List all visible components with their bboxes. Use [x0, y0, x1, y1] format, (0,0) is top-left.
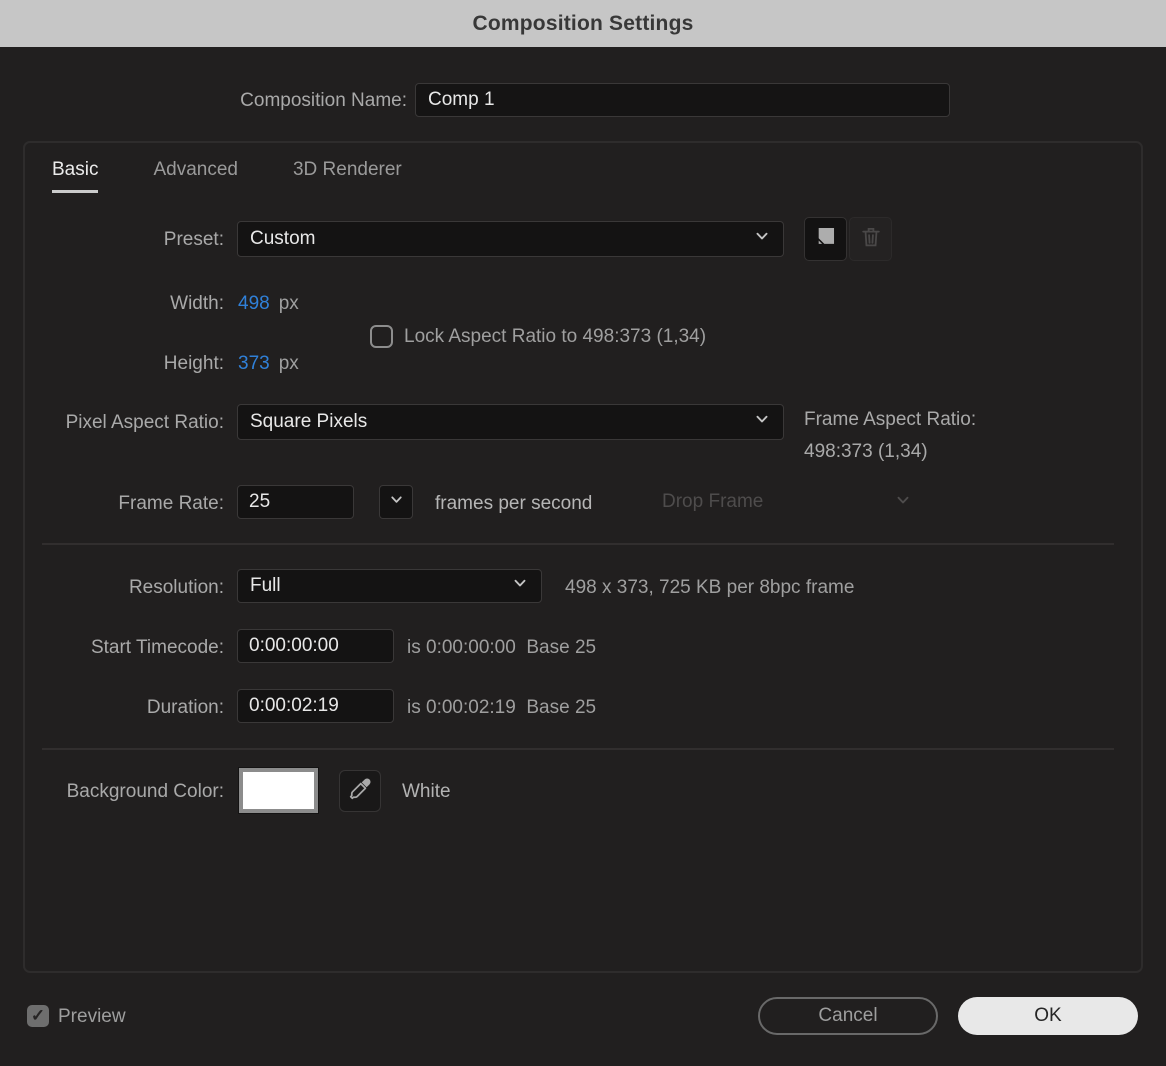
height-value-group: 373 px	[238, 353, 299, 375]
dialog-titlebar: Composition Settings	[0, 0, 1166, 47]
frame-rate-suffix: frames per second	[435, 493, 593, 514]
tab-advanced[interactable]: Advanced	[153, 159, 238, 193]
duration-label: Duration:	[146, 697, 224, 718]
resolution-label: Resolution:	[128, 577, 224, 598]
height-unit: px	[278, 353, 299, 374]
trash-icon	[859, 225, 883, 254]
drop-frame-value: Drop Frame	[662, 491, 764, 512]
drop-frame-dropdown: Drop Frame	[662, 485, 912, 519]
frame-rate-dropdown-button[interactable]	[379, 485, 413, 519]
preview-label: Preview	[58, 1006, 126, 1027]
start-timecode-info: is 0:00:00:00 Base 25	[407, 637, 597, 658]
height-label: Height:	[163, 353, 224, 374]
frame-rate-label: Frame Rate:	[118, 493, 224, 514]
frame-aspect-ratio-block: Frame Aspect Ratio: 498:373 (1,34)	[804, 409, 976, 463]
tab-bar: Basic Advanced 3D Renderer	[52, 159, 402, 193]
pixel-aspect-ratio-value: Square Pixels	[250, 411, 368, 432]
resolution-value: Full	[250, 575, 281, 596]
check-icon: ✓	[30, 1006, 46, 1025]
divider	[42, 748, 1114, 750]
chevron-down-icon	[894, 491, 912, 514]
save-preset-button[interactable]	[804, 217, 847, 261]
tab-basic[interactable]: Basic	[52, 159, 99, 193]
save-preset-icon	[813, 224, 838, 254]
height-value[interactable]: 373	[238, 353, 270, 375]
ok-button[interactable]: OK	[958, 997, 1138, 1035]
background-color-label: Background Color:	[66, 781, 224, 802]
lock-aspect-label: Lock Aspect Ratio to 498:373 (1,34)	[404, 325, 707, 347]
preview-checkbox[interactable]: ✓	[27, 1005, 49, 1027]
pixel-aspect-ratio-label: Pixel Aspect Ratio:	[65, 412, 224, 433]
duration-info: is 0:00:02:19 Base 25	[407, 697, 597, 718]
duration-input[interactable]	[237, 689, 394, 723]
cancel-button[interactable]: Cancel	[758, 997, 938, 1035]
frame-aspect-ratio-value: 498:373 (1,34)	[804, 441, 928, 462]
eyedropper-icon	[347, 776, 373, 807]
settings-panel: Basic Advanced 3D Renderer Preset: Custo…	[23, 141, 1143, 973]
frame-rate-input[interactable]	[237, 485, 354, 519]
resolution-info: 498 x 373, 725 KB per 8bpc frame	[565, 577, 855, 598]
background-color-name: White	[402, 781, 451, 802]
chevron-down-icon	[753, 227, 771, 251]
frame-aspect-ratio-label: Frame Aspect Ratio:	[804, 409, 977, 430]
width-value[interactable]: 498	[238, 293, 270, 315]
composition-name-label: Composition Name:	[240, 90, 407, 111]
chevron-down-icon	[753, 410, 771, 434]
chevron-down-icon	[388, 491, 405, 513]
width-value-group: 498 px	[238, 293, 299, 315]
resolution-dropdown[interactable]: Full	[237, 569, 542, 603]
dialog-title: Composition Settings	[472, 11, 694, 35]
pixel-aspect-ratio-dropdown[interactable]: Square Pixels	[237, 404, 784, 440]
eyedropper-button[interactable]	[339, 770, 381, 812]
width-label: Width:	[170, 293, 224, 314]
preset-dropdown-value: Custom	[250, 228, 316, 249]
divider	[42, 543, 1114, 545]
width-unit: px	[278, 293, 299, 314]
chevron-down-icon	[511, 574, 529, 598]
delete-preset-button[interactable]	[849, 217, 892, 261]
preset-dropdown[interactable]: Custom	[237, 221, 784, 257]
lock-aspect-row: Lock Aspect Ratio to 498:373 (1,34)	[370, 325, 706, 348]
preset-label: Preset:	[163, 229, 224, 250]
background-color-swatch[interactable]	[239, 768, 318, 813]
start-timecode-label: Start Timecode:	[90, 637, 224, 658]
lock-aspect-checkbox[interactable]	[370, 325, 393, 348]
tab-3d-renderer[interactable]: 3D Renderer	[293, 159, 402, 193]
start-timecode-input[interactable]	[237, 629, 394, 663]
composition-name-input[interactable]	[415, 83, 950, 117]
